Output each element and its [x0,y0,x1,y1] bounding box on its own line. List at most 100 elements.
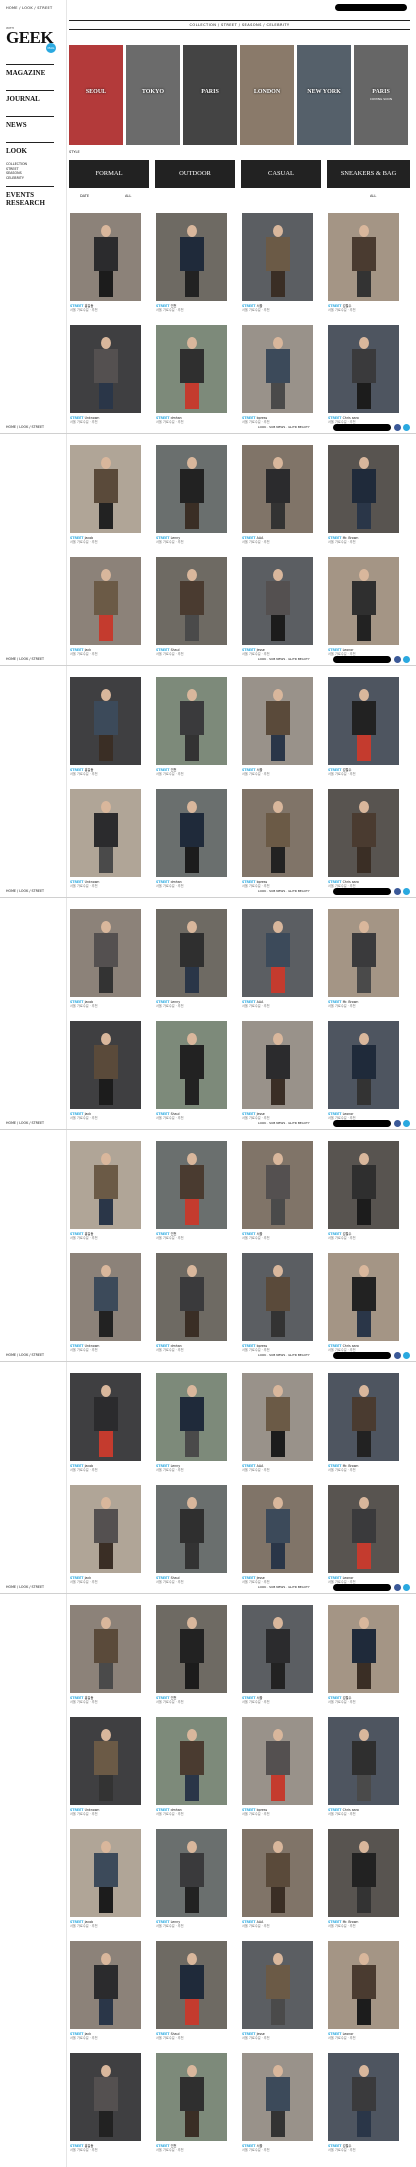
street-photo[interactable] [156,1021,227,1109]
nav-look[interactable]: LOOK [6,142,54,159]
photo-caption[interactable]: STREET Lenny 서울 가로수길 · 추천 [156,1920,227,1928]
photo-caption[interactable]: STREET Jacob 서울 가로수길 · 추천 [70,1000,141,1008]
street-photo[interactable] [156,789,227,877]
photo-caption[interactable]: STREET AAA 서울 가로수길 · 추천 [242,536,313,544]
search-bar[interactable] [333,424,391,431]
photo-caption[interactable]: STREET bpress 서울 가로수길 · 추천 [242,1808,313,1816]
street-photo[interactable] [328,1373,399,1461]
street-photo[interactable] [328,909,399,997]
nav-news[interactable]: NEWS [6,116,54,133]
street-photo[interactable] [242,1253,313,1341]
street-photo[interactable] [156,557,227,645]
street-photo[interactable] [242,1829,313,1917]
street-photo[interactable] [156,677,227,765]
street-photo[interactable] [70,1021,141,1109]
search-bar[interactable] [333,1352,391,1359]
facebook-icon[interactable] [394,424,401,431]
search-bar[interactable] [335,4,407,11]
city-tile[interactable]: NEW YORK [297,45,351,145]
street-photo[interactable] [156,325,227,413]
photo-caption[interactable]: STREET Lenny 서울 가로수길 · 추천 [156,536,227,544]
street-photo[interactable] [70,1485,141,1573]
facebook-icon[interactable] [394,888,401,895]
city-tile[interactable]: SEOUL [69,45,123,145]
photo-caption[interactable]: STREET 김철수 서울 가로수길 · 추천 [328,2144,399,2152]
category-sneakers-bag[interactable]: SNEAKERS & BAG [327,160,410,188]
photo-caption[interactable]: STREET 서울 서울 가로수길 · 추천 [242,768,313,776]
street-photo[interactable] [328,677,399,765]
street-photo[interactable] [242,2053,313,2141]
look-topnav[interactable]: COLLECTION / STREET / SEASONS / CELEBRIT… [69,20,410,30]
photo-caption[interactable]: STREET AAA 서울 가로수길 · 추천 [242,1464,313,1472]
breadcrumb[interactable]: HOME / LOOK / STREET [6,6,52,10]
nav-celebrity[interactable]: CELEBRITY [6,176,54,181]
facebook-icon[interactable] [394,1120,401,1127]
toolbar-links[interactable]: LOOK · SUB NEWS · GLITR BEAUTY [258,1121,310,1125]
street-photo[interactable] [242,1941,313,2029]
photo-caption[interactable]: STREET Jacob 서울 가로수길 · 추천 [70,1920,141,1928]
street-photo[interactable] [328,557,399,645]
twitter-icon[interactable] [403,1584,410,1591]
street-photo[interactable] [328,1941,399,2029]
street-photo[interactable] [156,1605,227,1693]
photo-caption[interactable]: STREET Lenny 서울 가로수길 · 추천 [156,1000,227,1008]
photo-caption[interactable]: STREET AAA 서울 가로수길 · 추천 [242,1920,313,1928]
category-casual[interactable]: CASUAL [241,160,321,188]
street-photo[interactable] [70,1829,141,1917]
filter-value[interactable]: ALL [370,194,376,198]
street-photo[interactable] [156,1253,227,1341]
photo-caption[interactable]: STREET 홍길동 서울 가로수길 · 추천 [70,1232,141,1240]
photo-caption[interactable]: STREET Lenny 서울 가로수길 · 추천 [156,1464,227,1472]
nav-magazine[interactable]: MAGAZINE [6,64,54,81]
street-photo[interactable] [156,445,227,533]
street-photo[interactable] [70,213,141,301]
breadcrumb[interactable]: HOME / LOOK / STREET [6,1353,44,1357]
search-bar[interactable] [333,888,391,895]
breadcrumb[interactable]: HOME / LOOK / STREET [6,1585,44,1589]
street-photo[interactable] [70,1141,141,1229]
street-photo[interactable] [328,1717,399,1805]
photo-caption[interactable]: STREET Leonor 서울 가로수길 · 추천 [328,2032,399,2040]
street-photo[interactable] [328,1829,399,1917]
twitter-icon[interactable] [403,656,410,663]
photo-caption[interactable]: STREET 김철수 서울 가로수길 · 추천 [328,304,399,312]
photo-caption[interactable]: STREET Jack 서울 가로수길 · 추천 [70,2032,141,2040]
street-photo[interactable] [70,909,141,997]
photo-caption[interactable]: STREET AAA 서울 가로수길 · 추천 [242,1000,313,1008]
twitter-icon[interactable] [403,1120,410,1127]
photo-caption[interactable]: STREET Jacob 서울 가로수길 · 추천 [70,1464,141,1472]
search-bar[interactable] [333,656,391,663]
street-photo[interactable] [156,1829,227,1917]
photo-caption[interactable]: STREET 김철수 서울 가로수길 · 추천 [328,1232,399,1240]
nav-events-research[interactable]: EVENTS RESEARCH [6,186,54,211]
photo-caption[interactable]: STREET 서울 서울 가로수길 · 추천 [242,304,313,312]
street-photo[interactable] [328,2053,399,2141]
facebook-icon[interactable] [394,656,401,663]
street-photo[interactable] [242,325,313,413]
photo-caption[interactable]: STREET 서울 서울 가로수길 · 추천 [242,2144,313,2152]
photo-caption[interactable]: STREET dmhan 서울 가로수길 · 추천 [156,1808,227,1816]
street-photo[interactable] [70,445,141,533]
street-photo[interactable] [156,1373,227,1461]
photo-caption[interactable]: STREET 김철수 서울 가로수길 · 추천 [328,1696,399,1704]
photo-caption[interactable]: STREET Mr. Brown 서울 가로수길 · 추천 [328,1920,399,1928]
street-photo[interactable] [70,677,141,765]
photo-caption[interactable]: STREET 인천 서울 가로수길 · 추천 [156,1232,227,1240]
street-photo[interactable] [242,1717,313,1805]
photo-caption[interactable]: STREET Jesse 서울 가로수길 · 추천 [242,2032,313,2040]
breadcrumb[interactable]: HOME / LOOK / STREET [6,657,44,661]
city-tile[interactable]: PARIS [183,45,237,145]
photo-caption[interactable]: STREET Mr. Brown 서울 가로수길 · 추천 [328,1464,399,1472]
street-photo[interactable] [242,213,313,301]
street-photo[interactable] [156,909,227,997]
twitter-icon[interactable] [403,424,410,431]
street-photo[interactable] [328,1021,399,1109]
street-photo[interactable] [328,1253,399,1341]
street-photo[interactable] [156,213,227,301]
street-photo[interactable] [156,1717,227,1805]
city-tile[interactable]: LONDON [240,45,294,145]
street-photo[interactable] [156,1141,227,1229]
date-filter[interactable]: DATE [80,194,89,198]
photo-caption[interactable]: STREET Mr. Brown 서울 가로수길 · 추천 [328,536,399,544]
breadcrumb[interactable]: HOME / LOOK / STREET [6,1121,44,1125]
